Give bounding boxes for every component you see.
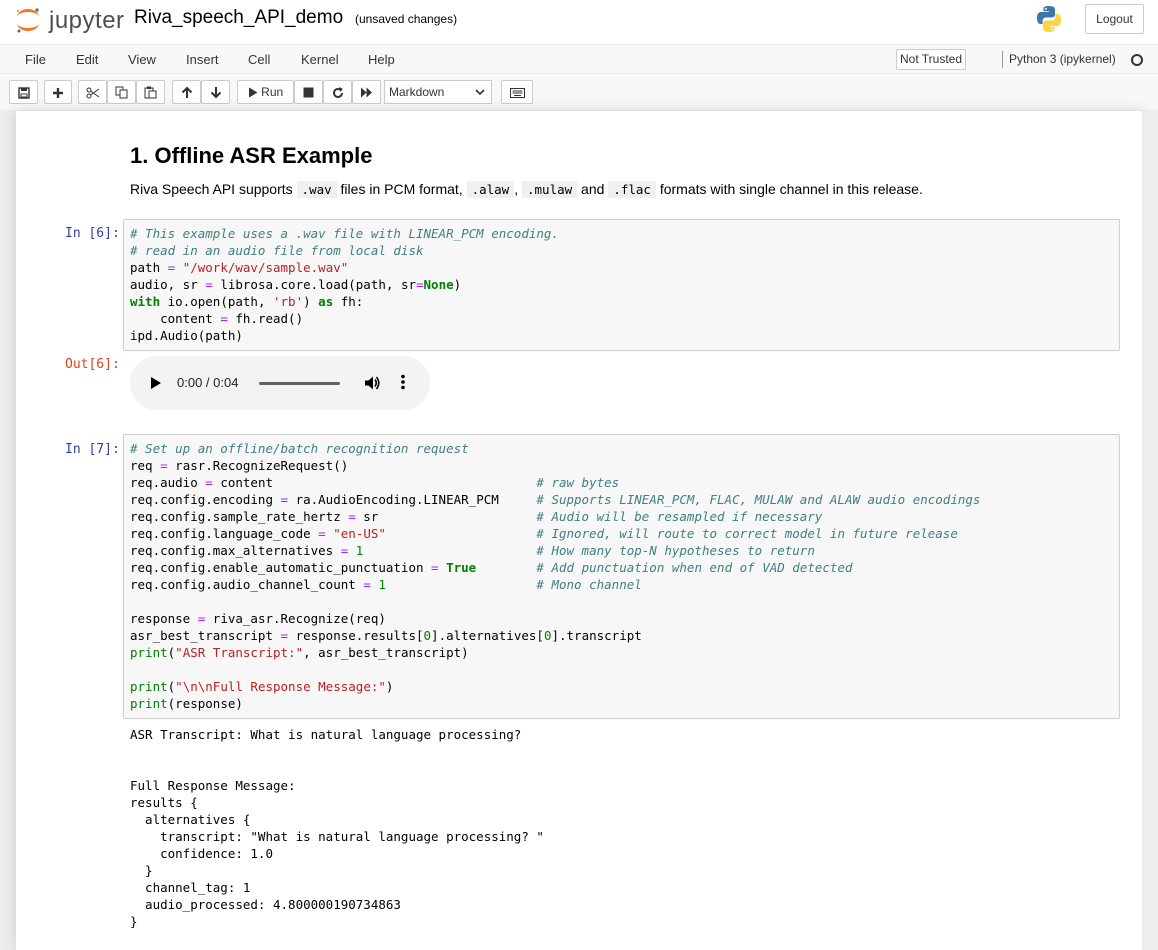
kernel-idle-indicator-icon xyxy=(1131,54,1143,66)
keyboard-icon xyxy=(509,87,525,98)
cell-6-code: # This example uses a .wav file with LIN… xyxy=(130,226,559,343)
audio-time: 0:00 / 0:04 xyxy=(177,375,239,390)
menubar: File Edit View Insert Cell Kernel Help N… xyxy=(0,44,1158,74)
restart-run-all-button[interactable] xyxy=(352,80,381,104)
play-icon[interactable] xyxy=(150,376,162,390)
restart-icon xyxy=(332,86,343,98)
cell-type-select[interactable]: Markdown xyxy=(384,80,492,104)
menu-kernel[interactable]: Kernel xyxy=(301,52,339,67)
more-options-icon[interactable] xyxy=(400,373,406,391)
header: jupyter Riva_speech_API_demo (unsaved ch… xyxy=(0,0,1158,44)
paste-icon xyxy=(144,86,157,99)
command-palette-button[interactable] xyxy=(501,80,533,104)
scissors-icon xyxy=(86,87,99,99)
kernel-name[interactable]: Python 3 (ipykernel) xyxy=(1009,52,1116,66)
menu-cell[interactable]: Cell xyxy=(248,52,270,67)
cell-7-output: ASR Transcript: What is natural language… xyxy=(130,727,544,929)
logo-text: jupyter xyxy=(49,7,125,34)
volume-icon[interactable] xyxy=(363,374,381,392)
cell-7-code-editor[interactable]: # Set up an offline/batch recognition re… xyxy=(123,434,1120,719)
cell-6-code-editor[interactable]: # This example uses a .wav file with LIN… xyxy=(123,219,1120,351)
cell-6-output-prompt: Out[6]: xyxy=(65,357,120,372)
save-button[interactable] xyxy=(9,80,38,104)
notebook-name[interactable]: Riva_speech_API_demo xyxy=(134,7,343,29)
logout-button[interactable]: Logout xyxy=(1085,4,1144,34)
fast-forward-icon xyxy=(361,87,372,98)
kernel-separator xyxy=(1002,51,1003,68)
copy-icon xyxy=(115,86,128,99)
jupyter-logo[interactable]: jupyter xyxy=(13,5,125,35)
plus-icon xyxy=(53,87,63,98)
save-status: (unsaved changes) xyxy=(355,12,458,26)
python-logo-icon xyxy=(1037,6,1061,32)
copy-button[interactable] xyxy=(107,80,136,104)
move-up-button[interactable] xyxy=(172,80,201,104)
menu-help[interactable]: Help xyxy=(368,52,395,67)
audio-seek-slider[interactable] xyxy=(259,382,340,385)
arrow-down-icon xyxy=(210,87,221,99)
arrow-up-icon xyxy=(181,86,192,99)
run-label: Run xyxy=(261,85,284,99)
save-icon xyxy=(17,87,30,99)
chevron-down-icon xyxy=(475,89,485,96)
jupyter-icon xyxy=(17,8,39,33)
markdown-paragraph: Riva Speech API supports .wav files in P… xyxy=(130,181,923,198)
markdown-heading: 1. Offline ASR Example xyxy=(130,143,373,168)
cell-type-value: Markdown xyxy=(389,85,445,99)
scrollbar[interactable] xyxy=(1142,111,1158,950)
cell-7-input-prompt: In [7]: xyxy=(65,442,120,457)
cell-6-input-prompt: In [6]: xyxy=(65,226,120,241)
toolbar: Run xyxy=(0,74,1158,110)
trust-button[interactable]: Not Trusted xyxy=(896,49,966,70)
audio-player: 0:00 / 0:04 xyxy=(130,356,430,410)
cut-button[interactable] xyxy=(78,80,107,104)
insert-cell-button[interactable] xyxy=(44,80,72,104)
interrupt-button[interactable] xyxy=(294,80,323,104)
run-button[interactable]: Run xyxy=(237,80,294,104)
menu-insert[interactable]: Insert xyxy=(186,52,219,67)
play-icon xyxy=(248,87,258,98)
restart-button[interactable] xyxy=(323,80,352,104)
stop-icon xyxy=(303,87,314,98)
paste-button[interactable] xyxy=(136,80,165,104)
menu-view[interactable]: View xyxy=(128,52,156,67)
cell-7-code: # Set up an offline/batch recognition re… xyxy=(130,441,981,711)
menu-edit[interactable]: Edit xyxy=(76,52,98,67)
move-down-button[interactable] xyxy=(201,80,230,104)
menu-file[interactable]: File xyxy=(25,52,46,67)
